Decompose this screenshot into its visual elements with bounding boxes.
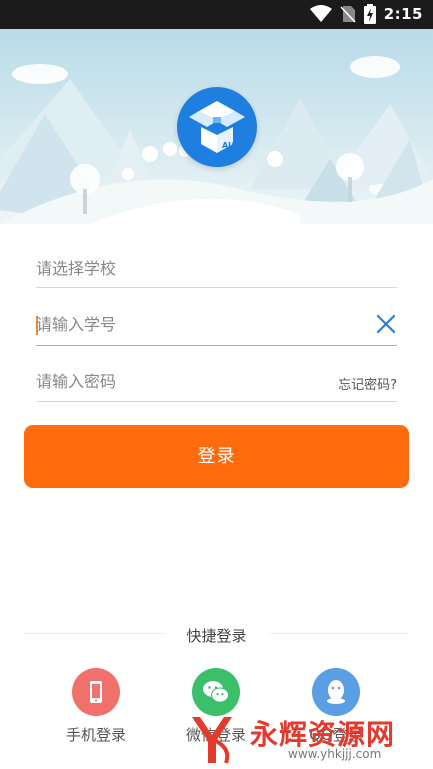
school-select[interactable]: 请选择学校 — [36, 258, 397, 288]
wechat-icon — [203, 681, 229, 703]
password-input[interactable]: 请输入密码 忘记密码? — [36, 371, 397, 402]
phone-icon — [90, 681, 102, 703]
svg-text:AU: AU — [222, 141, 234, 150]
box-logo-icon: AU — [189, 101, 245, 153]
clear-icon[interactable] — [375, 313, 397, 335]
qq-icon — [327, 680, 345, 704]
phone-login-circle — [72, 668, 120, 716]
school-placeholder: 请选择学校 — [36, 259, 117, 278]
status-bar: 2:15 — [0, 0, 433, 29]
status-time: 2:15 — [383, 5, 423, 23]
student-id-placeholder: 请输入学号 — [36, 315, 117, 334]
watermark-logo-icon — [192, 717, 232, 764]
watermark: 永辉资源网 www.yhkjjj.com — [178, 709, 433, 769]
login-button[interactable]: 登录 — [24, 425, 409, 488]
divider-line-right — [269, 633, 409, 634]
quick-login-title: 快捷登录 — [186, 627, 247, 645]
battery-charging-icon — [363, 4, 376, 24]
quick-login-divider: 快捷登录 — [24, 625, 409, 645]
phone-login-button[interactable]: 手机登录 — [46, 668, 146, 745]
app-logo: AU — [177, 87, 257, 167]
watermark-url: www.yhkjjj.com — [288, 747, 382, 761]
student-id-input[interactable]: 请输入学号 — [36, 314, 397, 346]
no-sim-icon — [340, 6, 356, 23]
password-placeholder: 请输入密码 — [36, 372, 117, 391]
wifi-icon — [309, 5, 332, 22]
forgot-password-link[interactable]: 忘记密码? — [338, 374, 397, 393]
phone-login-label: 手机登录 — [65, 726, 126, 744]
